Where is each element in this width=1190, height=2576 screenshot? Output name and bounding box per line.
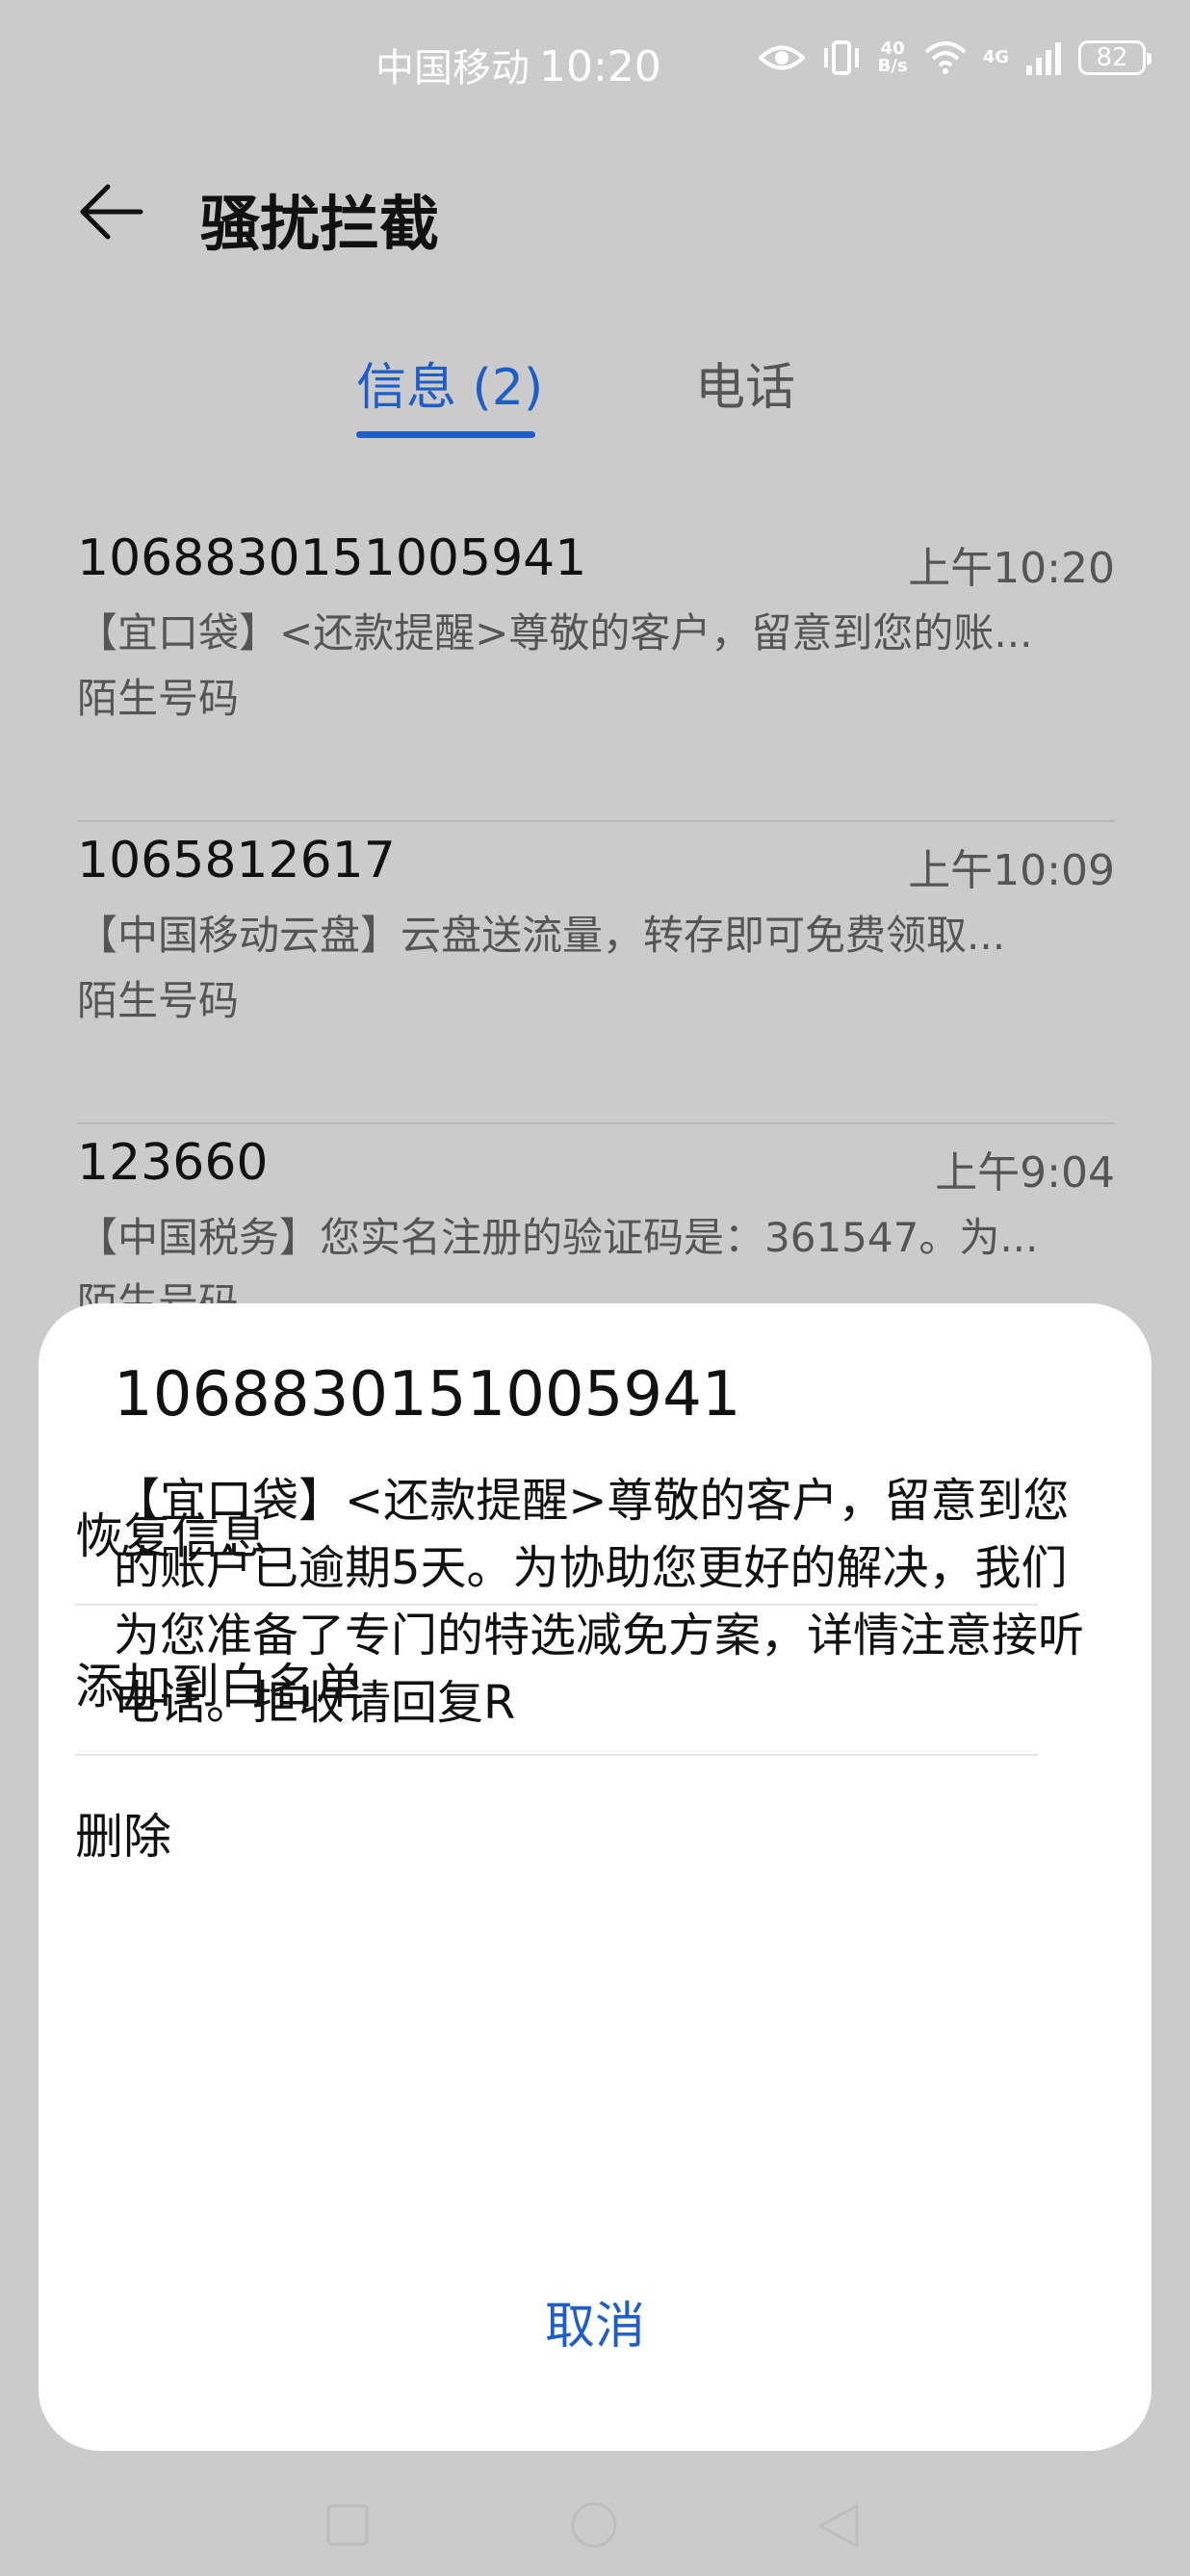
nav-triangle-icon[interactable] [816,2503,861,2549]
message-sender: 1068830151005941 [77,529,587,587]
carrier-label: 中国移动 [375,46,530,90]
message-item[interactable]: 1068830151005941 上午10:20 【宜口袋】<还款提醒>尊敬的客… [77,520,1115,822]
signal-icon [1026,42,1061,75]
back-arrow-icon[interactable] [77,183,144,241]
tab-messages[interactable]: 信息 (2) [356,347,543,419]
vibrate-icon [823,40,859,75]
message-preview: 【宜口袋】<还款提醒>尊敬的客户，留意到您的账... [77,609,1033,657]
sheet-sender: 1068830151005941 [114,1359,741,1430]
status-time: 10:20 [539,42,661,91]
tab-calls[interactable]: 电话 [695,347,795,419]
app-header: 骚扰拦截 [0,154,1190,270]
nav-circle-icon[interactable] [568,2503,620,2555]
eye-icon [758,45,805,70]
battery-level: 82 [1096,43,1128,72]
status-bar: 中国移动 10:20 40 B/s 4G 82 [0,0,1190,125]
message-preview: 【中国税务】您实名注册的验证码是：361547。为... [77,1214,1039,1261]
message-list: 1068830151005941 上午10:20 【宜口袋】<还款提醒>尊敬的客… [77,520,1115,1427]
restore-message-label: 恢复信息 [75,1508,268,1564]
cancel-button[interactable]: 取消 [39,2285,1151,2357]
add-to-whitelist-button[interactable]: 添加到白名单 [75,1606,1038,1756]
delete-button[interactable]: 删除 [75,1756,1038,1906]
tab-selected-indicator [356,431,535,438]
status-carrier-time: 中国移动 10:20 [375,37,661,92]
wifi-icon [924,41,967,74]
restore-message-button[interactable]: 恢复信息 [75,1455,1038,1606]
delete-label: 删除 [75,1809,171,1865]
nav-square-icon[interactable] [325,2503,370,2547]
add-to-whitelist-label: 添加到白名单 [75,1659,364,1714]
message-time: 上午10:09 [908,846,1115,895]
battery-icon: 82 [1078,40,1151,75]
page-title: 骚扰拦截 [200,189,440,259]
network-type: 4G [982,47,1009,67]
message-preview: 【中国移动云盘】云盘送流量，转存即可免费领取... [77,912,1006,959]
message-tag: 陌生号码 [77,675,240,722]
status-icons: 40 B/s 4G 82 [758,39,1151,77]
net-speed: 40 B/s [878,40,908,75]
net-speed-unit: B/s [877,56,908,76]
tab-bar: 信息 (2) 电话 [0,347,1190,443]
message-sender: 123660 [77,1134,269,1192]
message-time: 上午10:20 [908,544,1115,593]
message-sender: 1065812617 [77,832,396,889]
message-tag: 陌生号码 [77,977,240,1024]
system-nav-bar [0,2464,1190,2576]
message-item[interactable]: 1065812617 上午10:09 【中国移动云盘】云盘送流量，转存即可免费领… [77,822,1115,1124]
message-time: 上午9:04 [935,1148,1115,1198]
